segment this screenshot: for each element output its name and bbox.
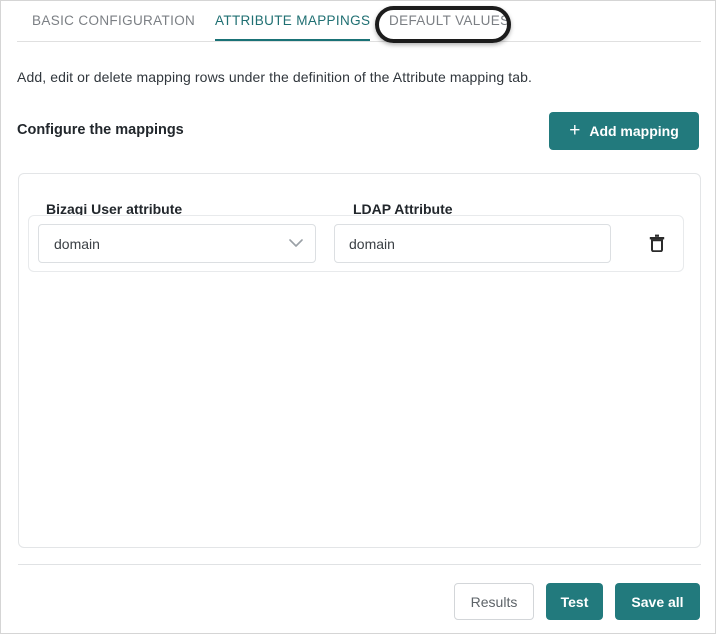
tab-default-values[interactable]: DEFAULT VALUES [389, 1, 509, 41]
plus-icon: + [569, 119, 581, 141]
bizagi-attribute-select[interactable]: domain [38, 224, 316, 263]
tab-attribute-mappings[interactable]: ATTRIBUTE MAPPINGS [215, 1, 371, 41]
add-mapping-button[interactable]: + Add mapping [549, 112, 699, 150]
attribute-mappings-page: BASIC CONFIGURATION ATTRIBUTE MAPPINGS D… [0, 0, 716, 634]
page-description: Add, edit or delete mapping rows under t… [17, 69, 532, 85]
tab-bar: BASIC CONFIGURATION ATTRIBUTE MAPPINGS D… [17, 1, 701, 42]
results-button[interactable]: Results [454, 583, 534, 620]
mappings-card: Bizagi User attribute LDAP Attribute dom… [18, 173, 701, 548]
bizagi-attribute-select-value: domain [54, 235, 100, 252]
footer-divider [18, 564, 701, 565]
trash-icon [649, 234, 665, 255]
table-row: domain [28, 215, 684, 272]
delete-mapping-button[interactable] [642, 229, 672, 259]
add-mapping-label: Add mapping [589, 123, 679, 139]
save-all-button[interactable]: Save all [615, 583, 700, 620]
section-title: Configure the mappings [17, 122, 184, 138]
tab-basic-configuration[interactable]: BASIC CONFIGURATION [32, 1, 195, 41]
chevron-down-icon [283, 239, 309, 248]
test-button[interactable]: Test [546, 583, 603, 620]
ldap-attribute-input[interactable] [334, 224, 611, 263]
